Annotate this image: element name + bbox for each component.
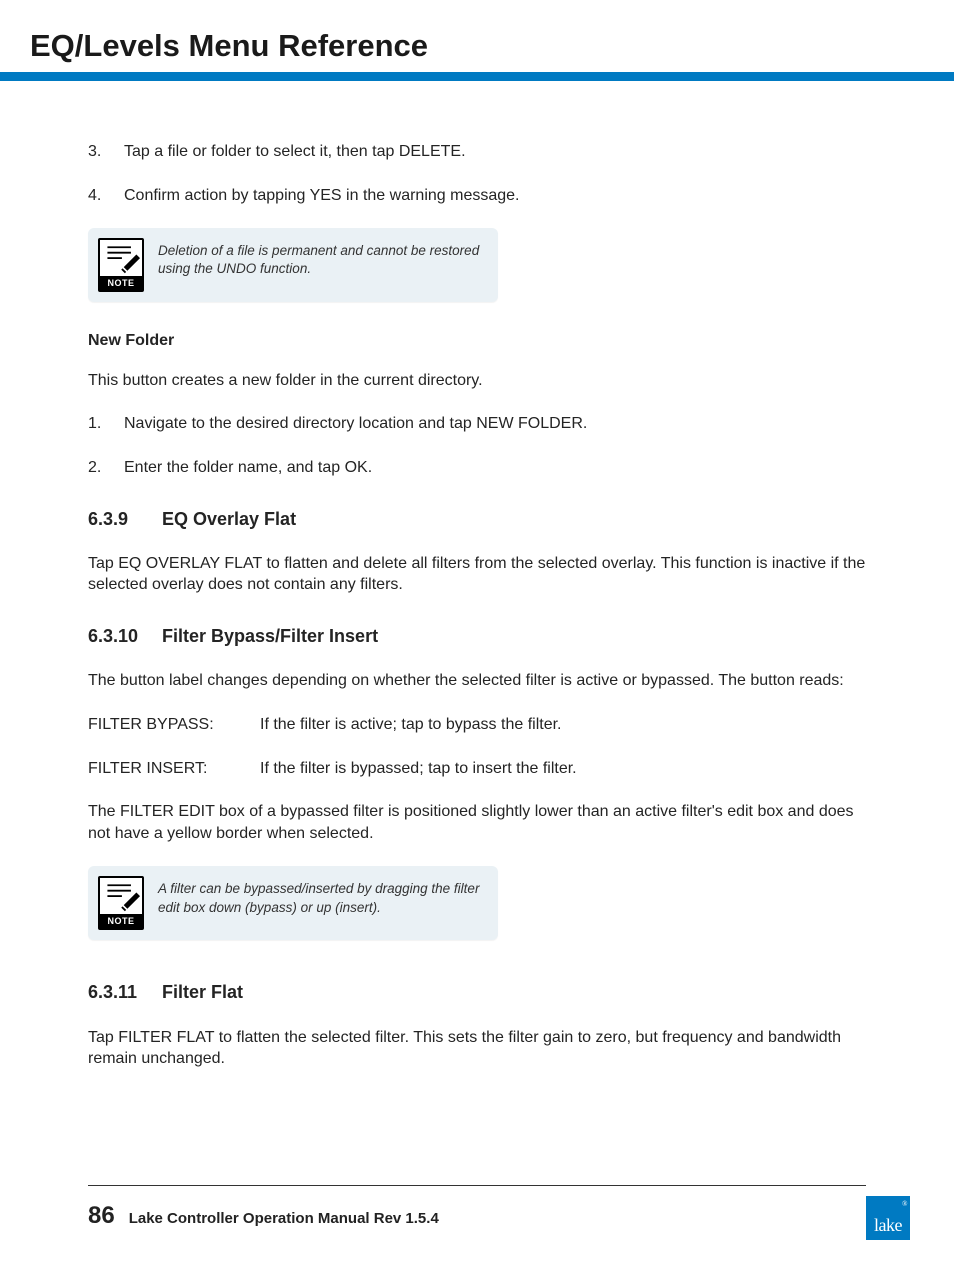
list-text: Tap a file or folder to select it, then … xyxy=(124,141,866,163)
section-number: 6.3.11 xyxy=(88,980,162,1004)
page-number: 86 xyxy=(88,1202,115,1230)
header: EQ/Levels Menu Reference xyxy=(0,0,954,72)
list-number: 3. xyxy=(88,141,124,163)
manual-name: Lake Controller Operation Manual Rev 1.5… xyxy=(129,1210,439,1227)
content: 3. Tap a file or folder to select it, th… xyxy=(0,81,954,1070)
note-callout: NOTE Deletion of a file is permanent and… xyxy=(88,228,498,302)
definition-desc: If the filter is bypassed; tap to insert… xyxy=(260,758,866,780)
section-heading-639: 6.3.9EQ Overlay Flat xyxy=(88,507,866,531)
list-text: Navigate to the desired directory locati… xyxy=(124,413,866,435)
footer-rule xyxy=(88,1185,866,1186)
definition-desc: If the filter is active; tap to bypass t… xyxy=(260,714,866,736)
paragraph: Tap FILTER FLAT to flatten the selected … xyxy=(88,1027,866,1070)
note-callout: NOTE A filter can be bypassed/inserted b… xyxy=(88,866,498,940)
footer: 86 Lake Controller Operation Manual Rev … xyxy=(88,1185,866,1230)
definition-term: FILTER BYPASS: xyxy=(88,714,260,736)
list-number: 1. xyxy=(88,413,124,435)
list-text: Enter the folder name, and tap OK. xyxy=(124,457,866,479)
section-number: 6.3.10 xyxy=(88,624,162,648)
footer-line: 86 Lake Controller Operation Manual Rev … xyxy=(88,1202,866,1230)
section-title: Filter Bypass/Filter Insert xyxy=(162,626,378,646)
section-title: EQ Overlay Flat xyxy=(162,509,296,529)
note-icon: NOTE xyxy=(98,238,144,292)
list-item: 2. Enter the folder name, and tap OK. xyxy=(88,457,866,479)
trademark-symbol: ® xyxy=(902,1200,907,1208)
paragraph: This button creates a new folder in the … xyxy=(88,370,866,392)
header-rule xyxy=(0,72,954,81)
brand-logo-text: lake xyxy=(874,1215,902,1236)
subheading-new-folder: New Folder xyxy=(88,330,866,352)
list-item: 4. Confirm action by tapping YES in the … xyxy=(88,185,866,207)
page: EQ/Levels Menu Reference 3. Tap a file o… xyxy=(0,0,954,1268)
list-text: Confirm action by tapping YES in the war… xyxy=(124,185,866,207)
section-title: Filter Flat xyxy=(162,982,243,1002)
note-label: NOTE xyxy=(100,276,142,290)
section-heading-6311: 6.3.11Filter Flat xyxy=(88,980,866,1004)
list-number: 2. xyxy=(88,457,124,479)
definition-row: FILTER INSERT: If the filter is bypassed… xyxy=(88,758,866,780)
list-item: 1. Navigate to the desired directory loc… xyxy=(88,413,866,435)
note-text: Deletion of a file is permanent and cann… xyxy=(158,238,484,278)
definition-term: FILTER INSERT: xyxy=(88,758,260,780)
paragraph: The button label changes depending on wh… xyxy=(88,670,866,692)
paragraph: The FILTER EDIT box of a bypassed filter… xyxy=(88,801,866,844)
note-icon: NOTE xyxy=(98,876,144,930)
definition-row: FILTER BYPASS: If the filter is active; … xyxy=(88,714,866,736)
brand-logo: lake ® xyxy=(866,1196,910,1240)
paragraph: Tap EQ OVERLAY FLAT to flatten and delet… xyxy=(88,553,866,596)
list-number: 4. xyxy=(88,185,124,207)
list-item: 3. Tap a file or folder to select it, th… xyxy=(88,141,866,163)
section-number: 6.3.9 xyxy=(88,507,162,531)
note-text: A filter can be bypassed/inserted by dra… xyxy=(158,876,484,916)
note-label: NOTE xyxy=(100,914,142,928)
page-title: EQ/Levels Menu Reference xyxy=(30,28,924,72)
section-heading-6310: 6.3.10Filter Bypass/Filter Insert xyxy=(88,624,866,648)
